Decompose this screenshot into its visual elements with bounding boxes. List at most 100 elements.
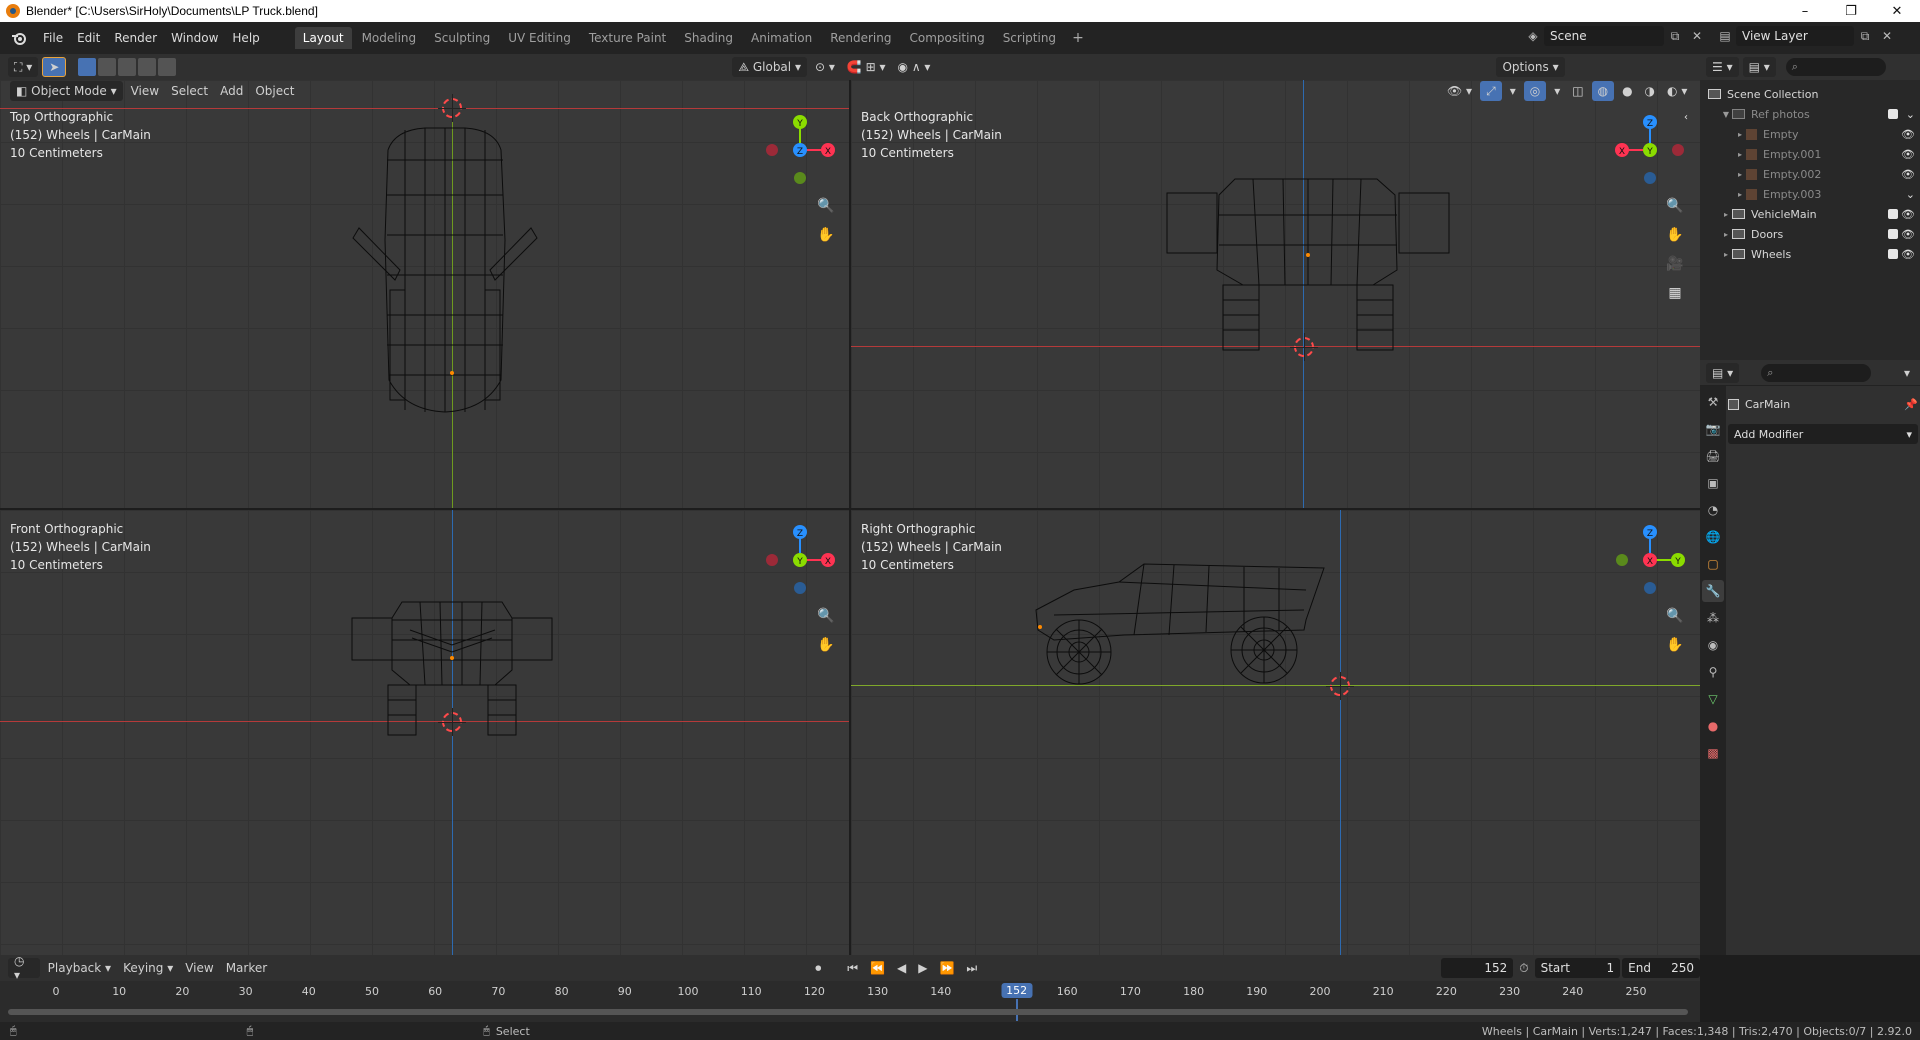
- menu-object[interactable]: Object: [249, 81, 300, 101]
- proportional-edit-icon[interactable]: ◉ ∧ ▾: [892, 57, 937, 77]
- menu-edit[interactable]: Edit: [70, 28, 107, 48]
- texture-tab-icon[interactable]: ▩: [1702, 742, 1724, 764]
- properties-editor-icon[interactable]: ▤ ▾: [1706, 362, 1740, 383]
- hide-toggle-icon[interactable]: ⌄: [1906, 188, 1915, 201]
- perspective-toggle-icon[interactable]: ▦: [1663, 281, 1687, 305]
- maximize-button[interactable]: ❐: [1828, 0, 1874, 22]
- expand-triangle-icon[interactable]: ▸: [1734, 150, 1746, 159]
- physics-tab-icon[interactable]: ◉: [1702, 634, 1724, 656]
- record-icon[interactable]: ⏺: [809, 958, 827, 978]
- timeline-scrollbar[interactable]: [8, 1009, 1688, 1015]
- constraints-tab-icon[interactable]: ⚲: [1702, 661, 1724, 683]
- viewport-front[interactable]: Front Orthographic (152) Wheels | CarMai…: [0, 510, 849, 955]
- pin-icon[interactable]: 📌: [1904, 398, 1918, 411]
- outliner-root[interactable]: Scene Collection: [1700, 84, 1920, 104]
- scene-tab-icon[interactable]: ◔: [1702, 499, 1724, 521]
- exclude-checkbox[interactable]: [1888, 209, 1898, 219]
- outliner-item-doors[interactable]: ▸ Doors 👁: [1700, 224, 1920, 244]
- options-dropdown[interactable]: Options ▾: [1496, 57, 1565, 77]
- exclude-checkbox[interactable]: [1888, 109, 1898, 119]
- truck-top-wireframe[interactable]: [345, 120, 555, 420]
- prev-keyframe-icon[interactable]: ⏪: [864, 958, 891, 978]
- exclude-checkbox[interactable]: [1888, 229, 1898, 239]
- expand-triangle-icon[interactable]: ▸: [1734, 170, 1746, 179]
- minimize-button[interactable]: –: [1782, 0, 1828, 22]
- menu-render[interactable]: Render: [107, 28, 164, 48]
- viewport-top[interactable]: ◧ Object Mode ▾ View Select Add Object T…: [0, 80, 849, 508]
- select-tool-icon[interactable]: ➤: [42, 57, 67, 77]
- eye-icon[interactable]: 👁: [1901, 228, 1915, 241]
- eye-icon[interactable]: 👁: [1901, 148, 1915, 161]
- menu-window[interactable]: Window: [164, 28, 225, 48]
- expand-triangle-icon[interactable]: ▸: [1720, 210, 1732, 219]
- jump-end-icon[interactable]: ⏭: [960, 958, 983, 978]
- outliner-item-vehiclemain[interactable]: ▸ VehicleMain 👁: [1700, 204, 1920, 224]
- menu-add[interactable]: Add: [214, 81, 249, 101]
- eye-icon[interactable]: 👁: [1901, 208, 1915, 221]
- outliner-item-ref-photos[interactable]: ▼ Ref photos ⌄: [1700, 104, 1920, 124]
- world-tab-icon[interactable]: 🌐: [1702, 526, 1724, 548]
- gizmo-toggle-icon[interactable]: ⤢: [1480, 81, 1502, 101]
- scene-icon[interactable]: ◈: [1522, 26, 1544, 46]
- particles-tab-icon[interactable]: ⁂: [1702, 607, 1724, 629]
- close-button[interactable]: ✕: [1874, 0, 1920, 22]
- menu-keying[interactable]: Keying ▾: [117, 958, 179, 978]
- play-icon[interactable]: ▶: [912, 958, 933, 978]
- view-layer-icon[interactable]: ▤: [1714, 26, 1736, 46]
- visibility-icon[interactable]: 👁 ▾: [1441, 81, 1478, 101]
- blender-logo-icon[interactable]: [6, 28, 32, 48]
- pivot-point-icon[interactable]: ⊙ ▾: [809, 57, 841, 77]
- render-tab-icon[interactable]: 📷: [1702, 418, 1724, 440]
- select-new-icon[interactable]: [78, 58, 97, 76]
- tab-texture-paint[interactable]: Texture Paint: [581, 27, 674, 49]
- navigation-gizmo[interactable]: Z X Y: [1610, 110, 1690, 190]
- zoom-icon[interactable]: 🔍: [1663, 604, 1687, 628]
- tab-sculpting[interactable]: Sculpting: [426, 27, 498, 49]
- tab-layout[interactable]: Layout: [294, 27, 352, 49]
- expand-triangle-icon[interactable]: ▼: [1720, 110, 1732, 119]
- truck-back-wireframe[interactable]: [1163, 175, 1453, 360]
- modifier-tab-icon[interactable]: 🔧: [1702, 580, 1724, 602]
- remove-view-layer-icon[interactable]: ✕: [1876, 26, 1898, 46]
- menu-timeline-view[interactable]: View: [179, 958, 219, 978]
- properties-options-icon[interactable]: ▾: [1898, 363, 1916, 383]
- new-view-layer-icon[interactable]: ⧉: [1854, 26, 1876, 46]
- zoom-icon[interactable]: 🔍: [814, 194, 838, 218]
- outliner-item-empty-003[interactable]: ▸ Empty.003 ⌄: [1700, 184, 1920, 204]
- outliner-item-empty[interactable]: ▸ Empty 👁: [1700, 124, 1920, 144]
- rendered-shading-icon[interactable]: ◐ ▾: [1661, 81, 1693, 101]
- outliner-item-empty-001[interactable]: ▸ Empty.001 👁: [1700, 144, 1920, 164]
- sidebar-toggle-icon[interactable]: ‹: [1679, 110, 1693, 124]
- menu-help[interactable]: Help: [225, 28, 266, 48]
- zoom-icon[interactable]: 🔍: [1663, 194, 1687, 218]
- truck-side-wireframe[interactable]: [1034, 560, 1334, 690]
- expand-triangle-icon[interactable]: ▸: [1720, 250, 1732, 259]
- tab-uv-editing[interactable]: UV Editing: [500, 27, 579, 49]
- end-frame-field[interactable]: End 250: [1622, 958, 1700, 978]
- select-extend-icon[interactable]: [98, 58, 117, 76]
- object-mode-dropdown[interactable]: ◧ Object Mode ▾: [10, 81, 123, 101]
- current-frame-field[interactable]: 152: [1441, 958, 1514, 978]
- frame-ruler[interactable]: 0 10 20 30 40 50 60 70 80 90 100 110 120 130 140 160 170…: [0, 981, 1700, 1003]
- pan-hand-icon[interactable]: ✋: [814, 633, 838, 657]
- viewport-right[interactable]: Right Orthographic (152) Wheels | CarMai…: [851, 510, 1700, 955]
- 3d-cursor[interactable]: [1326, 672, 1354, 700]
- material-tab-icon[interactable]: ●: [1702, 715, 1724, 737]
- outliner-search-input[interactable]: ⌕: [1785, 58, 1886, 76]
- 3d-cursor[interactable]: [438, 708, 466, 736]
- data-tab-icon[interactable]: ▽: [1702, 688, 1724, 710]
- menu-marker[interactable]: Marker: [220, 958, 273, 978]
- current-frame-indicator[interactable]: 152: [1001, 983, 1033, 998]
- tab-scripting[interactable]: Scripting: [995, 27, 1064, 49]
- eye-icon[interactable]: 👁: [1901, 248, 1915, 261]
- pan-hand-icon[interactable]: ✋: [1663, 633, 1687, 657]
- output-tab-icon[interactable]: 🖨: [1702, 445, 1724, 467]
- next-keyframe-icon[interactable]: ⏩: [933, 958, 960, 978]
- start-frame-field[interactable]: Start 1: [1534, 958, 1621, 978]
- exclude-checkbox[interactable]: [1888, 249, 1898, 259]
- tab-compositing[interactable]: Compositing: [901, 27, 992, 49]
- select-invert-icon[interactable]: [138, 58, 157, 76]
- hide-toggle-icon[interactable]: ⌄: [1906, 108, 1915, 121]
- object-tab-icon[interactable]: ▢: [1702, 553, 1724, 575]
- 3d-cursor[interactable]: [438, 94, 466, 122]
